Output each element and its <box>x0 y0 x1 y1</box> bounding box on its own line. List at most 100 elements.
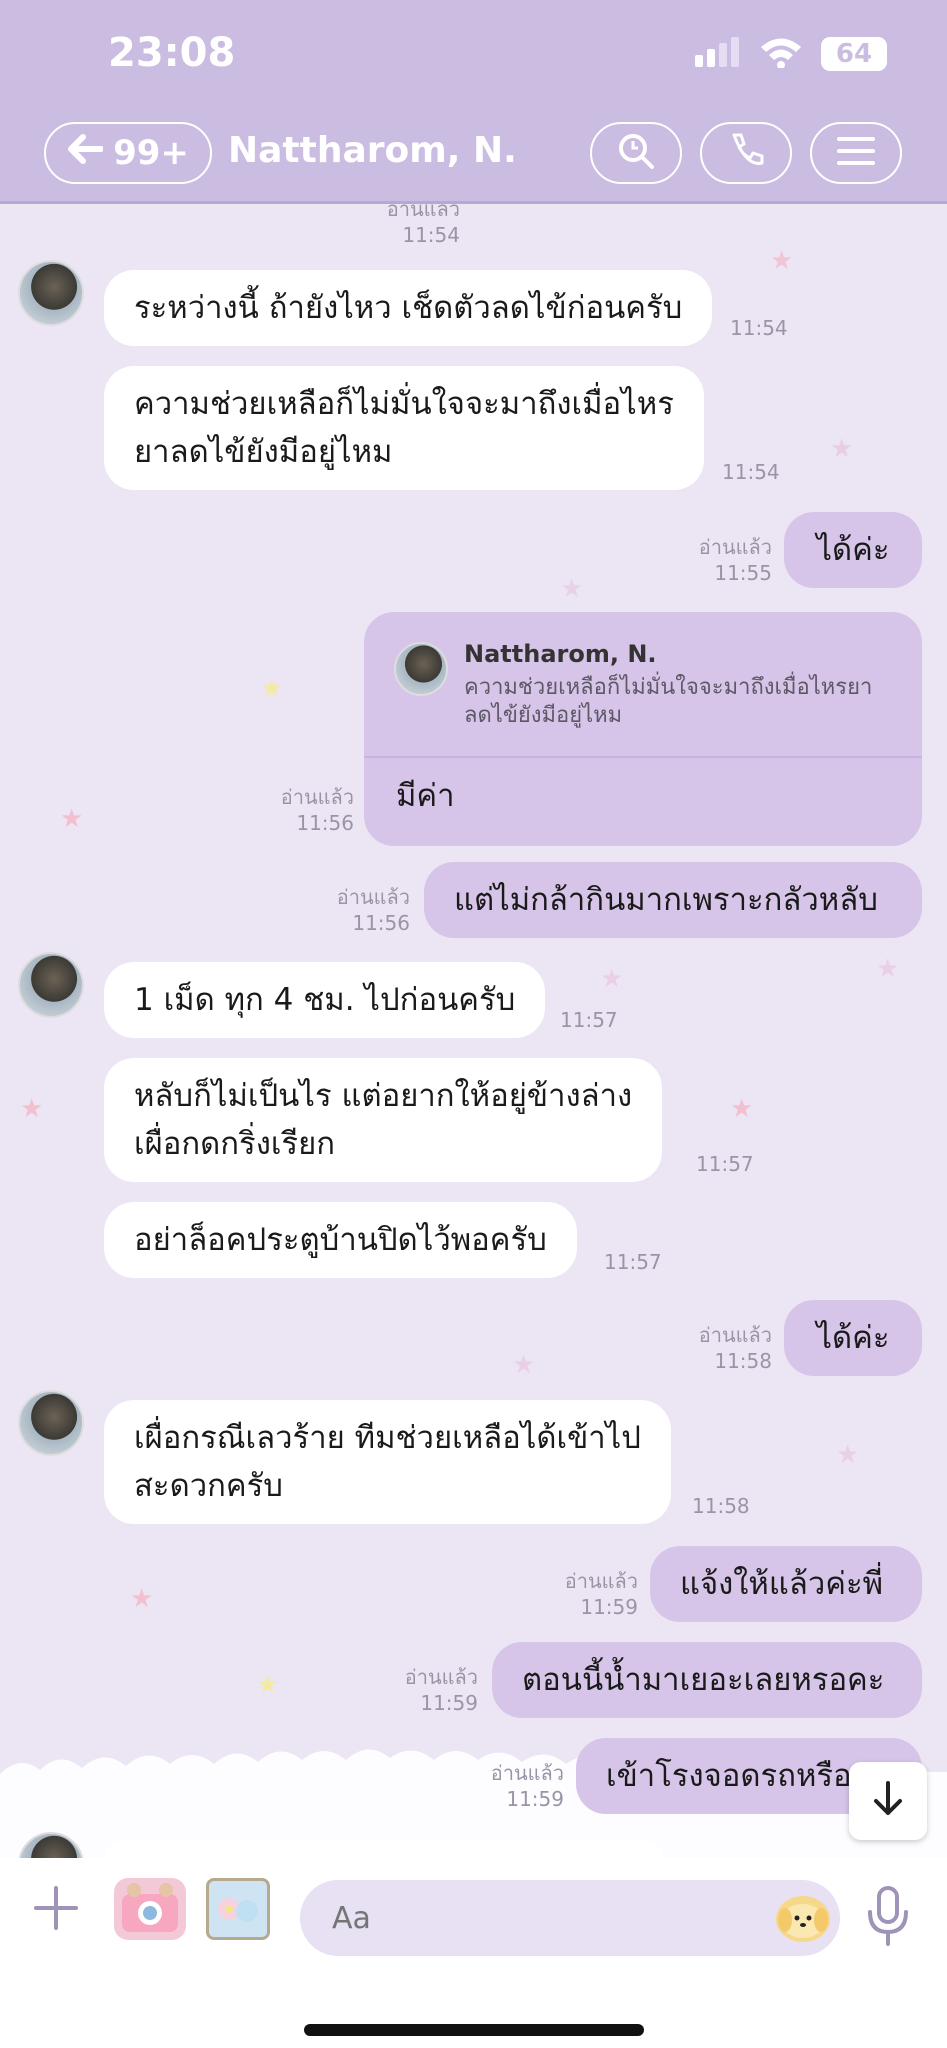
message-text: แต่ไม่กล้ากินมากเพราะกลัวหลับ <box>454 882 878 918</box>
message-time: 11:54 <box>402 223 460 247</box>
star-decoration-icon: ★ <box>770 246 794 276</box>
avatar[interactable] <box>18 260 84 326</box>
star-decoration-icon: ★ <box>876 954 900 984</box>
message-meta: อ่านแล้ว 11:54 <box>380 204 460 248</box>
reply-message[interactable]: Nattharom, N. ความช่วยเหลือก็ไม่มั่นใจจะ… <box>364 612 922 846</box>
message-text: ตอนนี้น้ำมาเยอะเลยหรอคะ <box>522 1662 885 1698</box>
message-meta: อ่านแล้ว 11:59 <box>556 1568 638 1620</box>
camera-icon <box>122 1883 178 1932</box>
chat-area[interactable]: ★ ★ ★ ★ ★ ★ ★ ★ ★ ★ ★ ★ ★ อ่านแล้ว 11:54… <box>0 204 947 1858</box>
outgoing-message[interactable]: ตอนนี้น้ำมาเยอะเลยหรอคะ <box>492 1642 922 1718</box>
message-text: เผื่อกดกริ่งเรียก <box>134 1126 336 1162</box>
star-decoration-icon: ★ <box>600 964 624 994</box>
sticker-button[interactable] <box>776 1896 830 1942</box>
chat-header: 99+ Nattharom, N. <box>0 112 947 204</box>
message-meta: อ่านแล้ว 11:55 <box>690 534 772 586</box>
camera-button[interactable] <box>114 1878 186 1940</box>
message-time: 11:54 <box>730 316 788 340</box>
message-time: 11:56 <box>296 811 354 835</box>
outgoing-message[interactable]: ได้ค่ะ <box>784 1300 922 1376</box>
quoted-avatar <box>394 642 448 696</box>
message-meta: อ่านแล้ว 11:58 <box>690 1322 772 1374</box>
avatar[interactable] <box>18 1390 84 1456</box>
message-text: ได้ค่ะ <box>816 532 890 568</box>
add-attachment-button[interactable] <box>30 1882 82 1934</box>
status-time: 23:08 <box>108 30 236 76</box>
star-decoration-icon: ★ <box>130 1584 154 1614</box>
reply-divider <box>364 756 922 758</box>
quoted-text: ความช่วยเหลือก็ไม่มั่นใจจะมาถึงเมื่อไหรย… <box>464 675 873 728</box>
outgoing-message[interactable]: แต่ไม่กล้ากินมากเพราะกลัวหลับ <box>424 862 922 938</box>
star-decoration-icon: ★ <box>830 434 854 464</box>
message-text: ความช่วยเหลือก็ไม่มั่นใจจะมาถึงเมื่อไหร <box>134 386 674 422</box>
incoming-message[interactable]: เผื่อกรณีเลวร้าย ทีมช่วยเหลือได้เข้าไป ส… <box>104 1400 671 1524</box>
message-text: หลับก็ไม่เป็นไร แต่อยากให้อยู่ข้างล่าง <box>134 1078 633 1114</box>
menu-button[interactable] <box>810 122 902 184</box>
outgoing-message[interactable]: แจ้งให้แล้วค่ะพี่ <box>650 1546 922 1622</box>
incoming-message[interactable]: ความช่วยเหลือก็ไม่มั่นใจจะมาถึงเมื่อไหร … <box>104 366 704 490</box>
message-time: 11:54 <box>722 460 780 484</box>
star-decoration-icon: ★ <box>260 674 284 704</box>
message-text: แจ้งให้แล้วค่ะพี่ <box>680 1566 884 1602</box>
read-receipt: อ่านแล้ว <box>490 1761 564 1785</box>
message-text: เผื่อกรณีเลวร้าย ทีมช่วยเหลือได้เข้าไป <box>134 1420 641 1456</box>
read-receipt: อ่านแล้ว <box>336 885 410 909</box>
message-time: 11:59 <box>580 1595 638 1619</box>
message-text: ได้ค่ะ <box>816 1320 890 1356</box>
star-decoration-icon: ★ <box>60 804 84 834</box>
incoming-message[interactable] <box>104 1840 664 1858</box>
call-button[interactable] <box>700 122 792 184</box>
scroll-to-bottom-button[interactable] <box>849 1762 927 1840</box>
message-time: 11:58 <box>714 1349 772 1373</box>
message-text: ยาลดไข้ยังมีอยู่ไหม <box>134 434 393 470</box>
message-meta: อ่านแล้ว 11:59 <box>482 1760 564 1812</box>
message-meta: อ่านแล้ว 11:59 <box>396 1664 478 1716</box>
message-input[interactable] <box>300 1880 840 1956</box>
read-receipt: อ่านแล้ว <box>698 535 772 559</box>
chat-title: Nattharom, N. <box>228 130 517 171</box>
star-decoration-icon: ★ <box>836 1440 860 1470</box>
unread-count: 99+ <box>113 133 189 173</box>
wifi-icon <box>759 36 803 72</box>
message-time: 11:57 <box>604 1250 662 1274</box>
gallery-button[interactable] <box>206 1878 270 1940</box>
incoming-message[interactable]: ระหว่างนี้ ถ้ายังไหว เช็ดตัวลดไข้ก่อนครั… <box>104 270 713 346</box>
star-decoration-icon: ★ <box>560 574 584 604</box>
outgoing-message[interactable]: ได้ค่ะ <box>784 512 922 588</box>
microphone-icon <box>868 1886 908 1946</box>
read-receipt: อ่านแล้ว <box>386 204 460 221</box>
read-receipt: อ่านแล้ว <box>280 785 354 809</box>
message-text: มีค่า <box>396 778 455 814</box>
status-bar: 23:08 64 <box>0 0 947 112</box>
home-indicator <box>304 2024 644 2036</box>
incoming-message[interactable]: อย่าล็อคประตูบ้านปิดไว้พอครับ <box>104 1202 577 1278</box>
avatar[interactable] <box>18 952 84 1018</box>
incoming-message[interactable]: หลับก็ไม่เป็นไร แต่อยากให้อยู่ข้างล่าง เ… <box>104 1058 663 1182</box>
arrow-left-icon <box>67 133 105 173</box>
search-button[interactable] <box>590 122 682 184</box>
message-time: 11:59 <box>420 1691 478 1715</box>
read-receipt: อ่านแล้ว <box>564 1569 638 1593</box>
message-text: สะดวกครับ <box>134 1468 283 1504</box>
sticker-icon <box>778 1904 828 1938</box>
message-meta: อ่านแล้ว 11:56 <box>272 784 354 836</box>
read-receipt: อ่านแล้ว <box>404 1665 478 1689</box>
message-text: ระหว่างนี้ ถ้ายังไหว เช็ดตัวลดไข้ก่อนครั… <box>134 290 683 326</box>
voice-button[interactable] <box>864 1884 912 1948</box>
read-receipt: อ่านแล้ว <box>698 1323 772 1347</box>
message-text: อย่าล็อคประตูบ้านปิดไว้พอครับ <box>134 1222 547 1258</box>
star-decoration-icon: ★ <box>730 1094 754 1124</box>
message-time: 11:55 <box>714 561 772 585</box>
message-input-bar <box>0 1858 947 2048</box>
message-time: 11:59 <box>506 1787 564 1811</box>
arrow-down-icon <box>870 1779 906 1823</box>
message-text: เข้าโรงจอดรถหรือ <box>606 1758 852 1794</box>
back-button[interactable]: 99+ <box>44 122 212 184</box>
incoming-message[interactable]: 1 เม็ด ทุก 4 ชม. ไปก่อนครับ <box>104 962 546 1038</box>
cellular-signal-icon <box>695 37 741 71</box>
message-time: 11:58 <box>692 1494 750 1518</box>
message-text: 1 เม็ด ทุก 4 ชม. ไปก่อนครับ <box>134 982 516 1018</box>
star-decoration-icon: ★ <box>256 1670 280 1700</box>
star-decoration-icon: ★ <box>20 1094 44 1124</box>
search-icon <box>616 131 656 175</box>
